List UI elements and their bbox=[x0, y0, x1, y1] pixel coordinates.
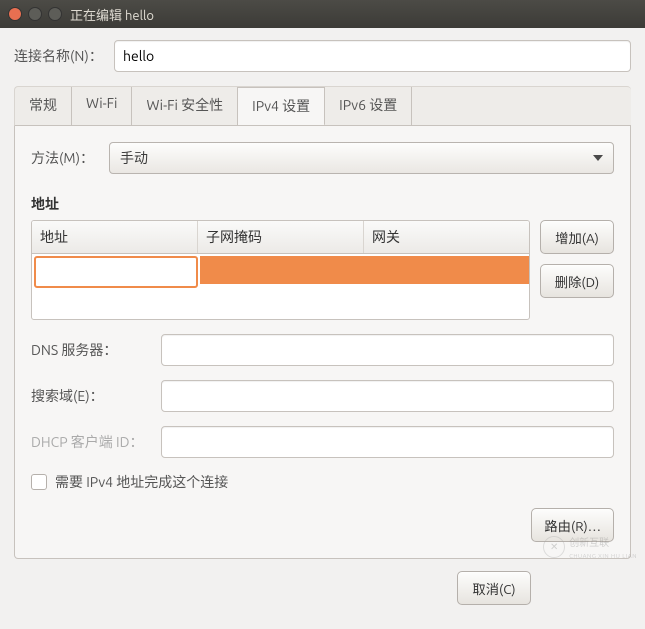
address-cell-editing[interactable] bbox=[34, 256, 198, 288]
add-button[interactable]: 增加(A) bbox=[540, 220, 614, 254]
method-select[interactable]: 手动 bbox=[109, 142, 614, 174]
window-buttons bbox=[8, 7, 62, 21]
maximize-icon[interactable] bbox=[48, 7, 62, 21]
tab-ipv6-settings[interactable]: IPv6 设置 bbox=[325, 87, 412, 125]
cancel-button[interactable]: 取消(C) bbox=[457, 571, 531, 605]
tab-wifi[interactable]: Wi-Fi bbox=[72, 87, 132, 125]
dns-input[interactable] bbox=[161, 334, 614, 366]
table-row[interactable] bbox=[32, 254, 529, 290]
addresses-section-label: 地址 bbox=[31, 194, 614, 214]
dns-row: DNS 服务器： bbox=[31, 334, 614, 366]
tab-panel-ipv4: 方法(M)： 手动 地址 地址 子网掩码 网关 bbox=[14, 126, 631, 559]
watermark: ✕ 创新互联 CHUANG XIN HU LIAN bbox=[543, 534, 637, 560]
search-domain-input[interactable] bbox=[161, 380, 614, 412]
watermark-logo-icon: ✕ bbox=[543, 536, 565, 558]
minimize-icon[interactable] bbox=[28, 7, 42, 21]
window-title: 正在编辑 hello bbox=[70, 5, 154, 24]
tabs: 常规 Wi-Fi Wi-Fi 安全性 IPv4 设置 IPv6 设置 bbox=[14, 86, 631, 126]
tab-general[interactable]: 常规 bbox=[15, 87, 72, 125]
require-ipv4-row: 需要 IPv4 地址完成这个连接 bbox=[31, 472, 614, 492]
connection-name-label: 连接名称(N)： bbox=[14, 46, 114, 66]
watermark-sub: CHUANG XIN HU LIAN bbox=[569, 553, 637, 560]
routes-row: 路由(R)… bbox=[31, 508, 614, 542]
connection-name-input[interactable] bbox=[114, 40, 631, 72]
method-selected-value: 手动 bbox=[120, 148, 148, 168]
method-row: 方法(M)： 手动 bbox=[31, 142, 614, 174]
delete-button[interactable]: 删除(D) bbox=[540, 264, 614, 298]
dhcp-client-label: DHCP 客户端 ID： bbox=[31, 432, 161, 452]
chevron-down-icon bbox=[593, 155, 603, 161]
search-domain-label: 搜索域(E)： bbox=[31, 386, 161, 406]
addresses-section: 地址 地址 子网掩码 网关 增加(A) 删除(D) bbox=[31, 194, 614, 320]
watermark-brand: 创新互联 bbox=[569, 537, 609, 548]
tab-ipv4-settings[interactable]: IPv4 设置 bbox=[238, 87, 325, 126]
col-netmask: 子网掩码 bbox=[198, 221, 364, 253]
dhcp-client-row: DHCP 客户端 ID： bbox=[31, 426, 614, 458]
connection-name-row: 连接名称(N)： bbox=[14, 40, 631, 72]
tab-wifi-security[interactable]: Wi-Fi 安全性 bbox=[132, 87, 238, 125]
search-domain-row: 搜索域(E)： bbox=[31, 380, 614, 412]
close-icon[interactable] bbox=[8, 7, 22, 21]
row-selection-highlight bbox=[200, 256, 529, 284]
table-header: 地址 子网掩码 网关 bbox=[32, 221, 529, 254]
col-gateway: 网关 bbox=[364, 221, 529, 253]
dhcp-client-input bbox=[161, 426, 614, 458]
dns-label: DNS 服务器： bbox=[31, 340, 161, 360]
col-address: 地址 bbox=[32, 221, 198, 253]
titlebar: 正在编辑 hello bbox=[0, 0, 645, 28]
method-label: 方法(M)： bbox=[31, 148, 109, 168]
address-buttons: 增加(A) 删除(D) bbox=[540, 220, 614, 320]
require-ipv4-label: 需要 IPv4 地址完成这个连接 bbox=[55, 472, 228, 492]
dialog-footer: 取消(C) 保存(S) bbox=[14, 559, 631, 617]
require-ipv4-checkbox[interactable] bbox=[31, 474, 47, 490]
addresses-table[interactable]: 地址 子网掩码 网关 bbox=[31, 220, 530, 320]
